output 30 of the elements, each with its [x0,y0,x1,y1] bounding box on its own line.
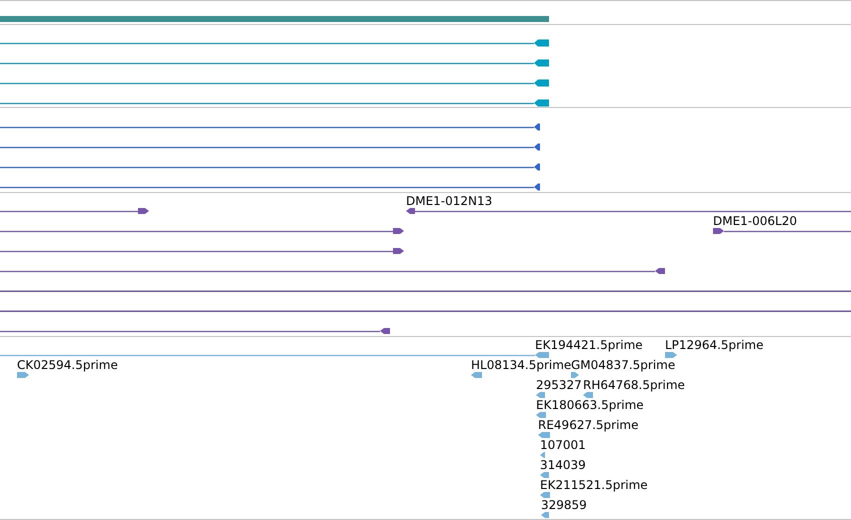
feature-label: DME1-006L20 [713,214,797,228]
feature-label: EK211521.5prime [540,478,648,492]
feature-glyph[interactable] [0,248,404,254]
feature-glyph[interactable] [0,124,540,130]
feature-label: 329859 [541,498,587,512]
feature-glyph[interactable] [0,40,549,46]
feature-label: 314039 [540,458,586,472]
feature-glyph[interactable] [0,80,549,86]
feature-label: RE49627.5prime [538,418,638,432]
feature-label: 107001 [540,438,586,452]
feature-label: LP12964.5prime [665,338,764,352]
feature-glyph[interactable] [0,228,404,234]
feature-glyph[interactable] [0,164,540,170]
feature-label: 295327 [536,378,582,392]
feature-label: RH64768.5prime [583,378,685,392]
feature-label: HL08134.5prime [471,358,572,372]
feature-label: EK180663.5prime [536,398,644,412]
feature-glyph[interactable] [0,328,390,334]
feature-glyph[interactable] [0,268,665,274]
feature-glyph[interactable] [0,144,540,150]
feature-glyph[interactable] [0,184,540,190]
feature-label: DME1-012N13 [406,194,492,208]
feature-label: EK194421.5prime [535,338,643,352]
feature-glyph[interactable] [406,208,851,214]
feature-label: CK02594.5prime [17,358,118,372]
feature-glyph[interactable] [713,228,851,234]
feature-label: GM04837.5prime [571,358,676,372]
feature-glyph[interactable] [0,60,549,66]
feature-glyph[interactable] [0,208,149,214]
feature-glyph[interactable] [0,100,549,106]
